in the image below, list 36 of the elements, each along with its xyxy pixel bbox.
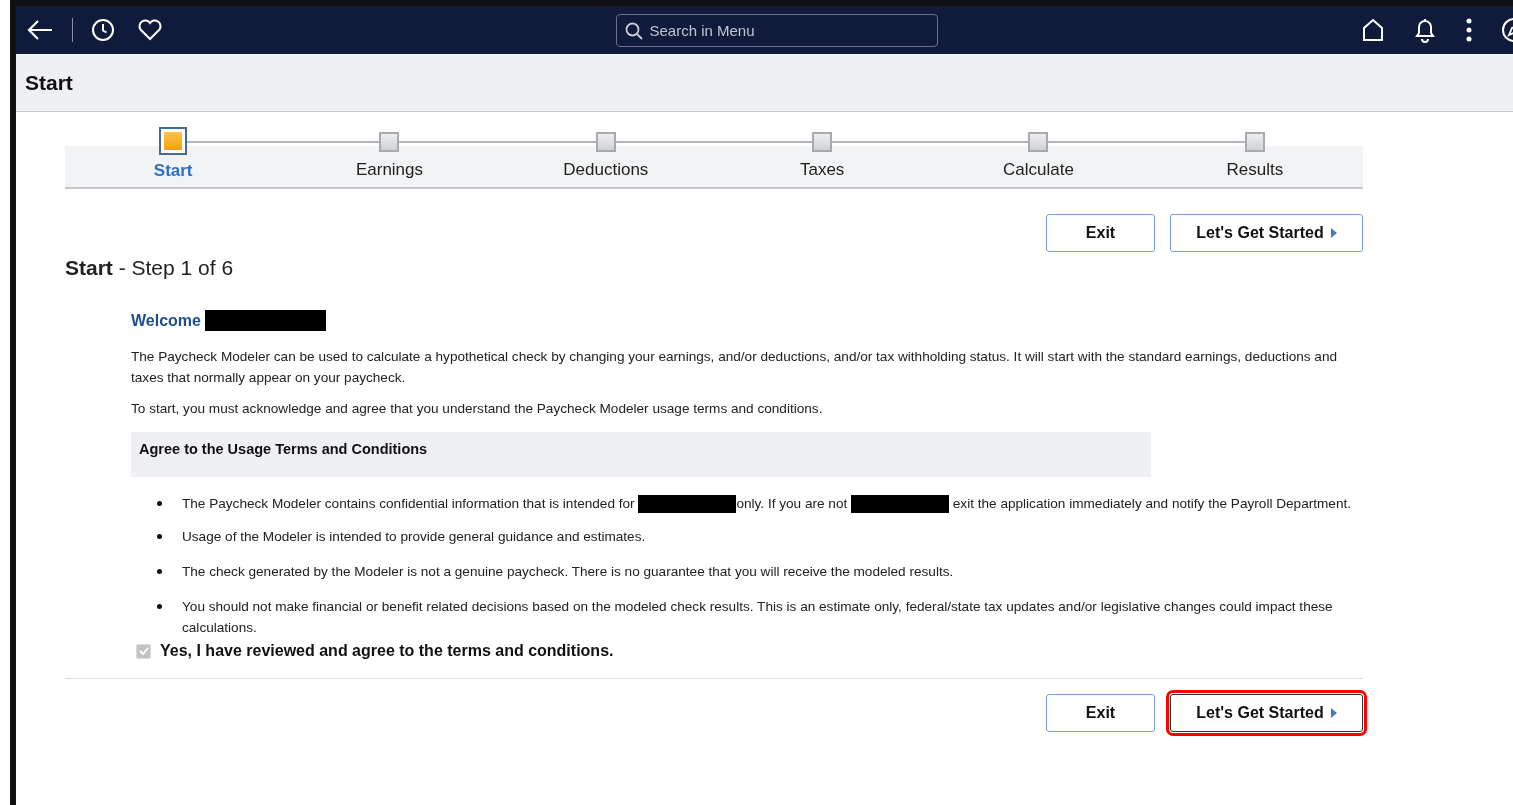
clock-icon[interactable] [91, 18, 115, 42]
terms-text: Usage of the Modeler is intended to provide general guidance and estimates. [182, 529, 646, 544]
welcome-label: Welcome [131, 311, 201, 330]
bullet-icon [157, 501, 162, 506]
bullet-icon [157, 534, 162, 539]
terms-text: exit the application immediately and notify the Payroll Department. [951, 496, 1351, 511]
step-heading: Start - Step 1 of 6 [65, 256, 235, 280]
intro-paragraph: To start, you must acknowledge and agree that you understand the Paycheck Modeler usage terms and conditions. [131, 400, 824, 418]
agree-label: Yes, I have reviewed and agree to the terms and conditions. [160, 642, 614, 660]
exit-button[interactable]: Exit [1046, 694, 1155, 732]
step-tab[interactable]: Start [153, 161, 193, 181]
search-field[interactable]: Search in Menu [615, 13, 938, 47]
more-options-icon[interactable] [1465, 18, 1473, 42]
page-title: Start [25, 70, 73, 95]
step-tab[interactable]: Results [1226, 160, 1284, 180]
terms-text: The Paycheck Modeler contains confidential information that is intended for [182, 496, 636, 511]
intro-paragraph: The Paycheck Modeler can be used to calculate a hypothetical check by changing your earnings, and/or deductions, and/or tax withholding status. It will start with the standard earnings, deductions and taxes that normally appear on your paycheck. [131, 348, 1339, 387]
step-tab[interactable]: Deductions [563, 160, 649, 180]
bullet-icon [157, 604, 162, 609]
terms-text: The check generated by the Modeler is not a genuine paycheck. There is no guarantee that you will receive the modeled results. [182, 564, 954, 579]
terms-text: You should not make financial or benefit related decisions based on the modeled check results. This is an estimate only, federal/state tax updates and/or legislative changes could impact these calculations. [182, 599, 1333, 635]
bullet-icon [157, 569, 162, 574]
terms-heading: Agree to the Usage Terms and Conditions [139, 441, 428, 459]
home-icon[interactable] [1361, 18, 1385, 42]
exit-button[interactable]: Exit [1046, 214, 1155, 252]
terms-text: only. If you are not [736, 496, 849, 511]
next-button[interactable]: Let's Get Started [1170, 214, 1363, 252]
search-icon [624, 21, 643, 40]
back-arrow-icon[interactable] [26, 19, 54, 41]
caret-icon [1330, 228, 1337, 238]
caret-icon [1330, 708, 1337, 718]
heart-icon[interactable] [137, 19, 163, 41]
step-tab[interactable]: Calculate [1003, 160, 1074, 180]
step-tab[interactable]: Taxes [799, 160, 845, 180]
bell-icon[interactable] [1413, 17, 1437, 43]
step-tab[interactable]: Earnings [355, 160, 424, 180]
